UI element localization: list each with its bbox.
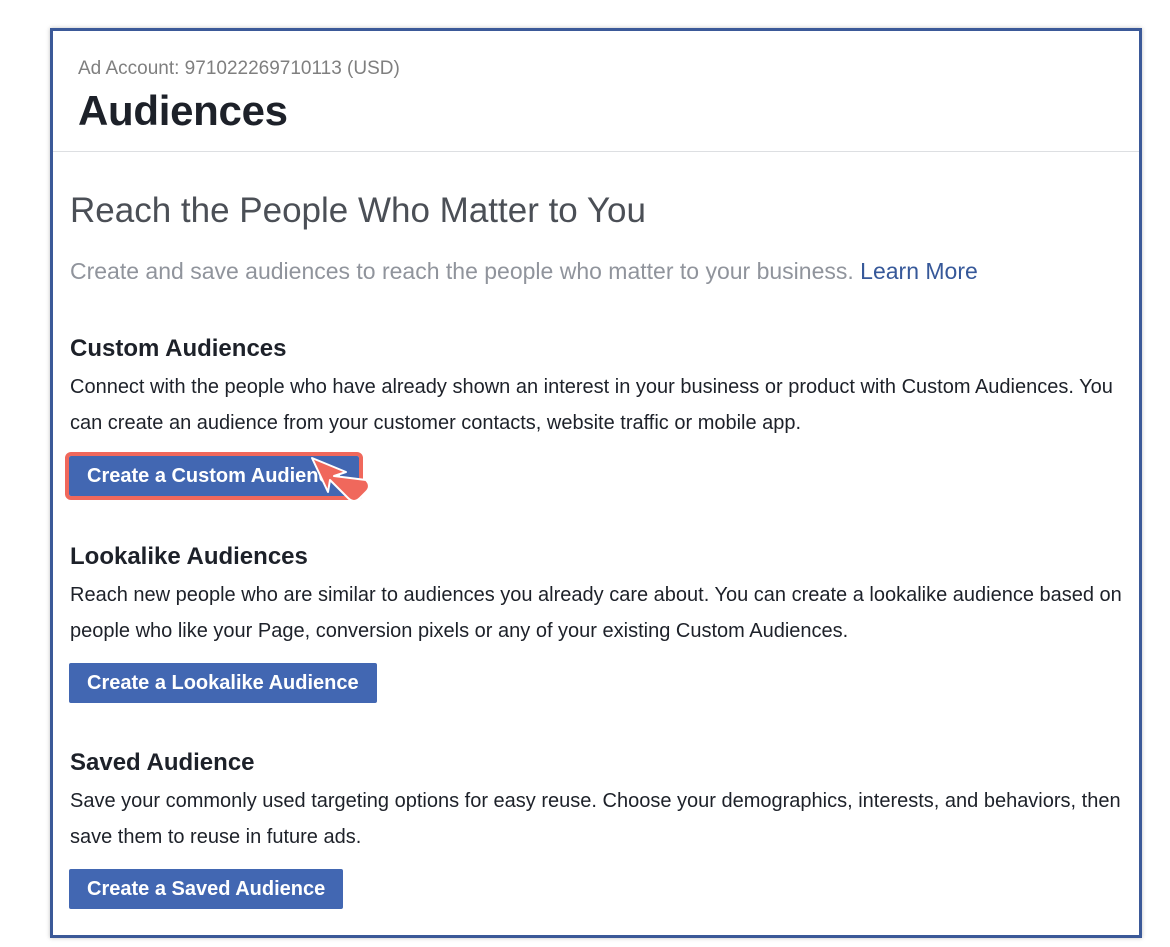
lookalike-audiences-description: Reach new people who are similar to audi… — [70, 584, 1122, 642]
create-saved-audience-button[interactable]: Create a Saved Audience — [69, 869, 344, 909]
create-lookalike-audience-button[interactable]: Create a Lookalike Audience — [69, 663, 377, 703]
page-title: Audiences — [78, 87, 288, 134]
custom-audiences-title: Custom Audiences — [70, 335, 287, 362]
custom-audiences-description: Connect with the people who have already… — [70, 376, 1113, 434]
create-custom-audience-button[interactable]: Create a Custom Audience — [65, 452, 363, 500]
learn-more-link[interactable]: Learn More — [860, 258, 978, 284]
lookalike-audiences-title: Lookalike Audiences — [70, 543, 308, 570]
ad-account-label: Ad Account: 971022269710113 (USD) — [78, 58, 400, 79]
intro-subline-text: Create and save audiences to reach the p… — [70, 258, 854, 284]
intro-subline: Create and save audiences to reach the p… — [70, 258, 978, 285]
saved-audience-description: Save your commonly used targeting option… — [70, 790, 1121, 848]
audiences-panel: Ad Account: 971022269710113 (USD) Audien… — [50, 28, 1142, 938]
intro-headline: Reach the People Who Matter to You — [70, 191, 646, 230]
page-header: Ad Account: 971022269710113 (USD) Audien… — [53, 31, 1139, 152]
saved-audience-title: Saved Audience — [70, 749, 255, 776]
